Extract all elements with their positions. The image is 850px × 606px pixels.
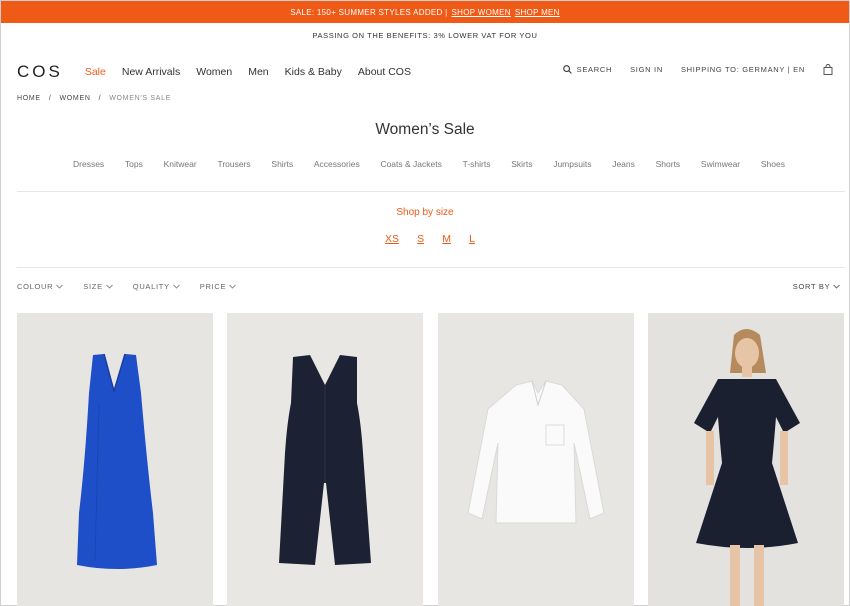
size-l[interactable]: L bbox=[469, 233, 475, 245]
nav-women[interactable]: Women bbox=[196, 66, 232, 78]
chevron-down-icon bbox=[105, 284, 113, 289]
sign-in-link[interactable]: SIGN IN bbox=[630, 65, 663, 74]
chevron-down-icon bbox=[56, 284, 64, 289]
filter-colour-label: COLOUR bbox=[17, 282, 54, 291]
nav-about-cos[interactable]: About COS bbox=[358, 66, 411, 78]
main-header: COS Sale New Arrivals Women Men Kids & B… bbox=[17, 61, 833, 83]
filter-size-label: SIZE bbox=[83, 282, 103, 291]
category-shoes[interactable]: Shoes bbox=[761, 159, 785, 169]
category-trousers[interactable]: Trousers bbox=[217, 159, 250, 169]
category-list: Dresses Tops Knitwear Trousers Shirts Ac… bbox=[73, 159, 785, 169]
search-label: SEARCH bbox=[576, 65, 613, 74]
main-nav: Sale New Arrivals Women Men Kids & Baby … bbox=[85, 66, 411, 78]
shopping-bag-icon[interactable] bbox=[823, 64, 833, 75]
page-title: Women’s Sale bbox=[375, 121, 475, 138]
breadcrumb-current: WOMEN'S SALE bbox=[109, 95, 172, 102]
promo-banner: SALE: 150+ SUMMER STYLES ADDED | SHOP WO… bbox=[1, 1, 849, 23]
product-card-white-shirt[interactable] bbox=[438, 313, 634, 606]
category-swimwear[interactable]: Swimwear bbox=[701, 159, 740, 169]
filter-size[interactable]: SIZE bbox=[83, 282, 113, 291]
nav-men[interactable]: Men bbox=[248, 66, 268, 78]
breadcrumb-women[interactable]: WOMEN bbox=[59, 95, 90, 102]
size-s[interactable]: S bbox=[417, 233, 424, 245]
size-links: XS S M L bbox=[385, 233, 475, 245]
cos-logo[interactable]: COS bbox=[17, 62, 63, 82]
size-m[interactable]: M bbox=[442, 233, 451, 245]
product-image-model-navy-dress bbox=[648, 313, 844, 606]
product-image-white-shirt bbox=[438, 313, 634, 606]
category-shorts[interactable]: Shorts bbox=[656, 159, 681, 169]
breadcrumb-separator: / bbox=[98, 95, 102, 102]
shop-by-size-heading: Shop by size bbox=[396, 207, 454, 218]
chevron-down-icon bbox=[833, 284, 840, 289]
divider bbox=[17, 267, 845, 268]
category-coats-jackets[interactable]: Coats & Jackets bbox=[380, 159, 441, 169]
nav-kids-baby[interactable]: Kids & Baby bbox=[285, 66, 342, 78]
utility-nav: SEARCH SIGN IN SHIPPING TO: GERMANY | EN bbox=[562, 64, 833, 75]
sort-by-dropdown[interactable]: SORT BY bbox=[793, 282, 840, 291]
breadcrumb-home[interactable]: HOME bbox=[17, 95, 41, 102]
filter-price[interactable]: PRICE bbox=[199, 282, 237, 291]
filter-bar: COLOUR SIZE QUALITY PRICE bbox=[17, 282, 237, 291]
search-button[interactable]: SEARCH bbox=[562, 65, 613, 74]
shipping-selector[interactable]: SHIPPING TO: GERMANY | EN bbox=[681, 65, 805, 74]
promo-text: SALE: 150+ SUMMER STYLES ADDED | bbox=[290, 7, 448, 17]
category-tops[interactable]: Tops bbox=[125, 159, 143, 169]
category-skirts[interactable]: Skirts bbox=[511, 159, 532, 169]
breadcrumb-separator: / bbox=[48, 95, 52, 102]
nav-new-arrivals[interactable]: New Arrivals bbox=[122, 66, 180, 78]
size-xs[interactable]: XS bbox=[385, 233, 399, 245]
chevron-down-icon bbox=[172, 284, 180, 289]
category-shirts[interactable]: Shirts bbox=[271, 159, 293, 169]
shop-men-link[interactable]: SHOP MEN bbox=[515, 8, 560, 17]
vat-banner: PASSING ON THE BENEFITS: 3% LOWER VAT FO… bbox=[312, 30, 538, 40]
category-jeans[interactable]: Jeans bbox=[612, 159, 635, 169]
category-t-shirts[interactable]: T-shirts bbox=[463, 159, 491, 169]
category-knitwear[interactable]: Knitwear bbox=[164, 159, 197, 169]
shop-women-link[interactable]: SHOP WOMEN bbox=[452, 8, 511, 17]
filter-quality-label: QUALITY bbox=[132, 282, 170, 291]
category-dresses[interactable]: Dresses bbox=[73, 159, 104, 169]
chevron-down-icon bbox=[229, 284, 237, 289]
breadcrumb: HOME / WOMEN / WOMEN'S SALE bbox=[17, 95, 171, 102]
filter-price-label: PRICE bbox=[199, 282, 227, 291]
sort-by-label: SORT BY bbox=[792, 282, 831, 291]
divider bbox=[17, 191, 845, 192]
category-jumpsuits[interactable]: Jumpsuits bbox=[553, 159, 591, 169]
filter-colour[interactable]: COLOUR bbox=[17, 282, 64, 291]
nav-sale[interactable]: Sale bbox=[85, 66, 106, 78]
product-image-blue-dress bbox=[17, 313, 213, 606]
filter-quality[interactable]: QUALITY bbox=[133, 282, 180, 291]
product-card-navy-jumpsuit[interactable] bbox=[227, 313, 423, 606]
product-card-model-navy-dress[interactable] bbox=[648, 313, 844, 606]
search-icon bbox=[562, 65, 572, 74]
category-accessories[interactable]: Accessories bbox=[314, 159, 360, 169]
product-card-blue-dress[interactable] bbox=[17, 313, 213, 606]
product-image-navy-jumpsuit bbox=[227, 313, 423, 606]
